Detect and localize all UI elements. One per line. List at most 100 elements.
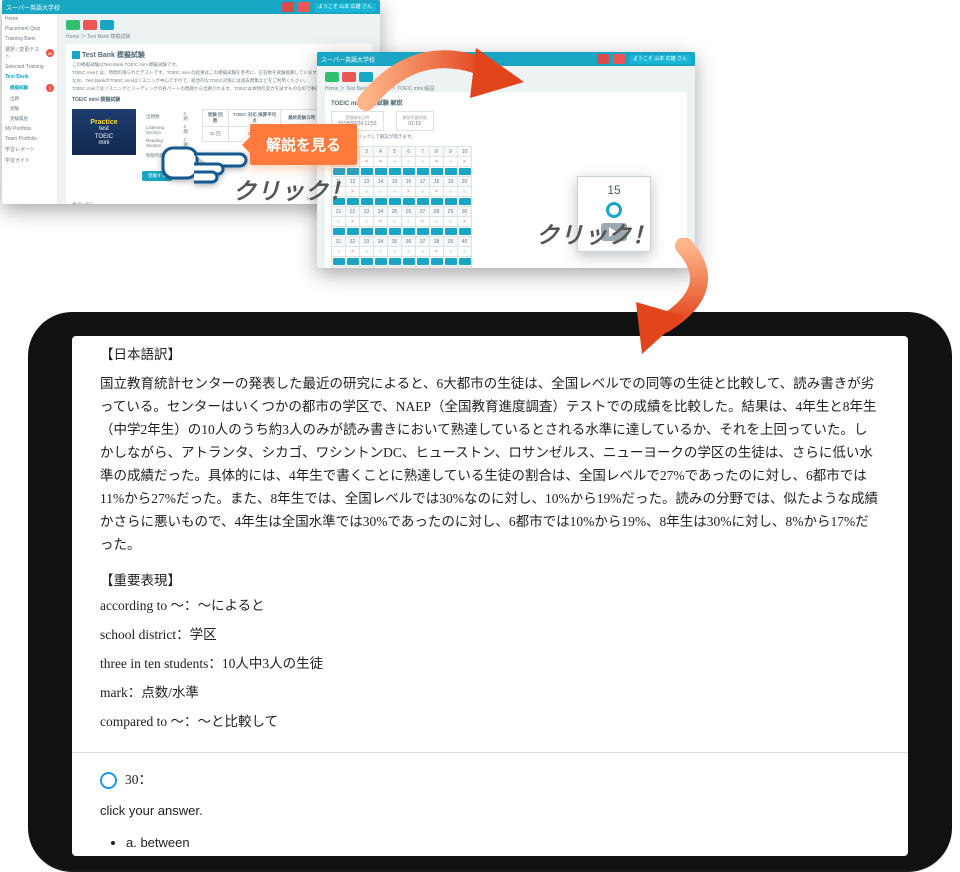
grid-cell-play[interactable] xyxy=(374,167,388,177)
grid-cell-play[interactable] xyxy=(416,227,430,237)
user-label[interactable]: ようこそ 山本 広雄 さん xyxy=(314,3,376,12)
play-icon[interactable] xyxy=(389,168,401,175)
sidebar-item-selected-training[interactable]: Selected Training xyxy=(2,62,57,72)
nav-back-icon[interactable] xyxy=(66,20,80,30)
nav-back-icon[interactable] xyxy=(325,72,339,82)
user-avatar-icon[interactable] xyxy=(298,2,310,12)
lang-toggle-icon[interactable] xyxy=(282,2,294,12)
play-icon[interactable] xyxy=(431,168,443,175)
option-a[interactable]: a. between xyxy=(126,832,880,854)
grid-cell-play[interactable] xyxy=(430,227,444,237)
play-icon[interactable] xyxy=(459,258,471,265)
play-icon[interactable] xyxy=(459,228,471,235)
grid-cell-play[interactable] xyxy=(374,227,388,237)
grid-cell-play[interactable] xyxy=(374,257,388,267)
grid-cell-play[interactable] xyxy=(444,197,458,207)
sidebar-item-team-portfolio[interactable]: Team Portfolio xyxy=(2,134,57,144)
play-icon[interactable] xyxy=(403,168,415,175)
nav-fwd-icon[interactable] xyxy=(342,72,356,82)
play-icon[interactable] xyxy=(403,258,415,265)
grid-cell-play[interactable] xyxy=(416,167,430,177)
grid-cell-play[interactable] xyxy=(402,197,416,207)
grid-cell-play[interactable] xyxy=(388,257,402,267)
grid-cell-play[interactable] xyxy=(430,257,444,267)
play-icon[interactable] xyxy=(389,198,401,205)
play-icon[interactable] xyxy=(417,198,429,205)
grid-cell-play[interactable] xyxy=(458,227,472,237)
sidebar-sub-q[interactable]: 出題 xyxy=(2,94,57,104)
grid-cell-play[interactable] xyxy=(402,227,416,237)
grid-cell-play[interactable] xyxy=(416,197,430,207)
play-icon[interactable] xyxy=(333,258,345,265)
play-icon[interactable] xyxy=(389,228,401,235)
sidebar-item-placement[interactable]: Placement Quiz xyxy=(2,24,57,34)
play-icon[interactable] xyxy=(417,228,429,235)
sidebar-sub-history[interactable]: 受験履歴 xyxy=(2,114,57,124)
grid-cell-play[interactable] xyxy=(458,167,472,177)
play-icon[interactable] xyxy=(347,228,359,235)
play-icon[interactable] xyxy=(459,168,471,175)
play-icon[interactable] xyxy=(333,228,345,235)
nav-reload-icon[interactable] xyxy=(100,20,114,30)
play-icon[interactable] xyxy=(445,198,457,205)
play-icon[interactable] xyxy=(375,168,387,175)
grid-cell-play[interactable] xyxy=(444,167,458,177)
sidebar-sub-take[interactable]: 受験 xyxy=(2,104,57,114)
grid-cell-play[interactable] xyxy=(430,167,444,177)
nav-fwd-icon[interactable] xyxy=(83,20,97,30)
play-icon[interactable] xyxy=(361,228,373,235)
grid-cell-play[interactable] xyxy=(346,257,360,267)
grid-cell-play[interactable] xyxy=(388,197,402,207)
sidebar-item-home[interactable]: Home xyxy=(2,14,57,24)
play-icon[interactable] xyxy=(347,258,359,265)
play-icon[interactable] xyxy=(431,198,443,205)
user-label[interactable]: ようこそ 山本 広雄 さん xyxy=(629,55,691,64)
sidebar-item-guide[interactable]: 学習ガイド xyxy=(2,155,57,166)
grid-cell-play[interactable] xyxy=(402,257,416,267)
grid-cell-play[interactable] xyxy=(444,257,458,267)
grid-cell-play[interactable] xyxy=(430,197,444,207)
grid-cell-play[interactable] xyxy=(360,197,374,207)
play-icon[interactable] xyxy=(375,258,387,265)
grid-cell-play[interactable] xyxy=(332,257,346,267)
grid-cell-play[interactable] xyxy=(360,257,374,267)
grid-cell-play[interactable] xyxy=(402,167,416,177)
play-icon[interactable] xyxy=(403,228,415,235)
play-icon[interactable] xyxy=(459,198,471,205)
play-icon[interactable] xyxy=(431,258,443,265)
grid-cell-play[interactable] xyxy=(332,227,346,237)
grid-cell-play[interactable] xyxy=(458,197,472,207)
play-icon[interactable] xyxy=(403,198,415,205)
play-icon[interactable] xyxy=(389,258,401,265)
grid-cell-mark: ○ xyxy=(444,247,458,257)
grid-cell-play[interactable] xyxy=(346,227,360,237)
sidebar-item-report[interactable]: 学習レポート xyxy=(2,144,57,155)
lang-toggle-icon[interactable] xyxy=(597,54,609,64)
sidebar-item-test-bank[interactable]: Test Bank xyxy=(2,72,57,82)
grid-cell-play[interactable] xyxy=(374,197,388,207)
grid-cell-play[interactable] xyxy=(458,257,472,267)
play-icon[interactable] xyxy=(375,198,387,205)
play-icon[interactable] xyxy=(361,258,373,265)
sidebar-item-portfolio[interactable]: My Portfolio xyxy=(2,124,57,134)
play-icon[interactable] xyxy=(375,228,387,235)
back-link[interactable]: ◀ 前へ戻る xyxy=(72,201,93,204)
grid-cell-play[interactable] xyxy=(360,227,374,237)
grid-cell-play[interactable] xyxy=(388,227,402,237)
play-icon[interactable] xyxy=(445,168,457,175)
grid-cell-play[interactable] xyxy=(388,167,402,177)
play-icon[interactable] xyxy=(361,198,373,205)
sidebar-sub-mock[interactable]: 模擬試験7 xyxy=(2,82,57,94)
sidebar-item-select-test[interactable]: 選択 / 変更テスト55 xyxy=(2,44,57,62)
play-icon[interactable] xyxy=(361,168,373,175)
grid-cell-play[interactable] xyxy=(360,167,374,177)
play-icon[interactable] xyxy=(417,258,429,265)
sidebar-item-training-bank[interactable]: Training Bank xyxy=(2,34,57,44)
play-icon[interactable] xyxy=(445,228,457,235)
grid-cell-play[interactable] xyxy=(444,227,458,237)
grid-cell-play[interactable] xyxy=(416,257,430,267)
play-icon[interactable] xyxy=(417,168,429,175)
play-icon[interactable] xyxy=(445,258,457,265)
user-avatar-icon[interactable] xyxy=(613,54,625,64)
play-icon[interactable] xyxy=(431,228,443,235)
